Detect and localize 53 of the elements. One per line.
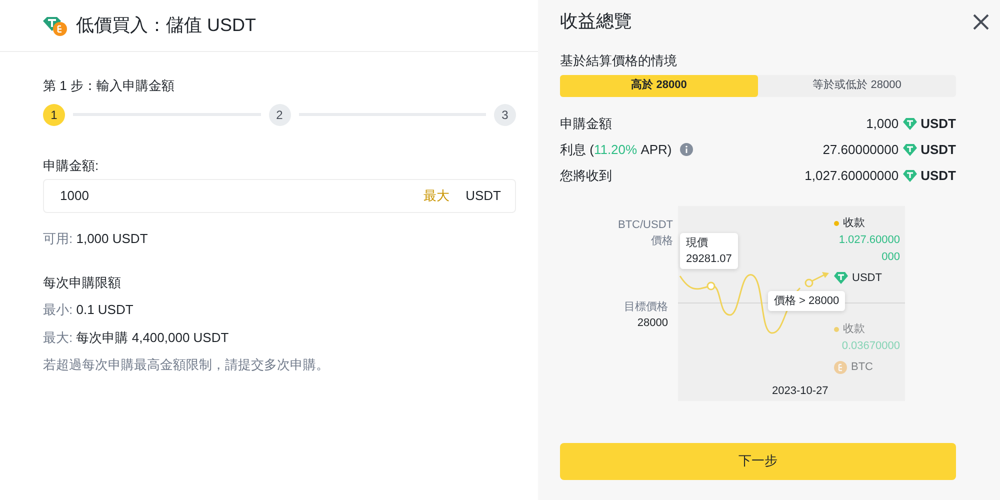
scenario-tab[interactable]: 高於 28000 xyxy=(560,74,758,96)
condition-tooltip: 價格 > 28000 xyxy=(768,290,846,310)
step-number[interactable]: 3 xyxy=(494,104,516,126)
currency-label: USDT xyxy=(920,114,956,133)
info-icon[interactable] xyxy=(680,143,693,156)
unit-label: USDT xyxy=(466,187,501,206)
price-marker xyxy=(706,281,716,290)
coin-icon xyxy=(834,360,847,374)
amount-input[interactable]: 1000 xyxy=(58,185,408,207)
panel-title: 收益總覽 xyxy=(560,10,632,33)
available-balance: 可用: 1,000 USDT xyxy=(43,230,149,248)
step-number[interactable]: 2 xyxy=(268,104,290,126)
currency-label: USDT xyxy=(920,166,956,185)
dot-icon xyxy=(834,326,839,332)
axis-label: 價格 xyxy=(650,234,673,248)
close-icon[interactable] xyxy=(972,12,990,30)
tether-icon xyxy=(902,170,917,182)
tether-icon xyxy=(902,118,917,130)
row-value: 1,000 xyxy=(866,114,899,133)
step-label: 第 1 步：輸入申購金額 xyxy=(43,77,176,95)
section-title: 每次申購限額 xyxy=(43,274,122,292)
limit-text: 最大: 每次申購 4,400,000 USDT xyxy=(43,328,230,346)
date-label: 2023-10-27 xyxy=(772,384,828,398)
field-label: 申購金額: xyxy=(43,156,100,174)
arrow xyxy=(804,272,829,287)
row-label: 利息 (11.20% APR) xyxy=(560,140,672,159)
outcome-label: 收款 xyxy=(843,216,865,230)
scenario-tab[interactable]: 等於或低於 28000 xyxy=(758,74,956,96)
row-label: 您將收到 xyxy=(560,166,612,185)
currency-label: USDT xyxy=(920,140,956,159)
section-label: 基於結算價格的情境 xyxy=(560,52,678,70)
page-title: 低價買入：儲值 USDT xyxy=(76,14,256,36)
dot-icon xyxy=(834,220,839,226)
next-button[interactable]: 下一步 xyxy=(560,442,956,480)
currency-label: USDT xyxy=(852,270,882,286)
axis-label: 目標價格 xyxy=(623,300,668,314)
currency-label: BTC xyxy=(851,360,873,374)
tether-icon xyxy=(834,272,848,284)
row-value: 27.60000000 xyxy=(822,140,899,159)
step-number[interactable]: 1 xyxy=(43,104,65,126)
coin-pair-icon xyxy=(42,14,68,36)
amount-field[interactable]: 1000 最大 USDT xyxy=(43,179,516,213)
price-tooltip: 現價 29281.07 xyxy=(680,232,738,268)
tether-icon xyxy=(902,144,917,156)
limit-text: 最小: 0.1 USDT xyxy=(43,301,134,319)
axis-label: BTC/USDT xyxy=(617,218,673,232)
note-text: 若超過每次申購最高金額限制，請提交多次申購。 xyxy=(43,356,330,374)
outcome-label: 收款 xyxy=(843,322,865,336)
row-value: 1,027.60000000 xyxy=(804,166,899,185)
axis-value: 28000 xyxy=(636,316,668,330)
outcome-amount: 1.027.60000000 xyxy=(838,232,900,264)
row-label: 申購金額 xyxy=(560,114,612,133)
outcome-amount: 0.03670000 xyxy=(840,338,900,354)
